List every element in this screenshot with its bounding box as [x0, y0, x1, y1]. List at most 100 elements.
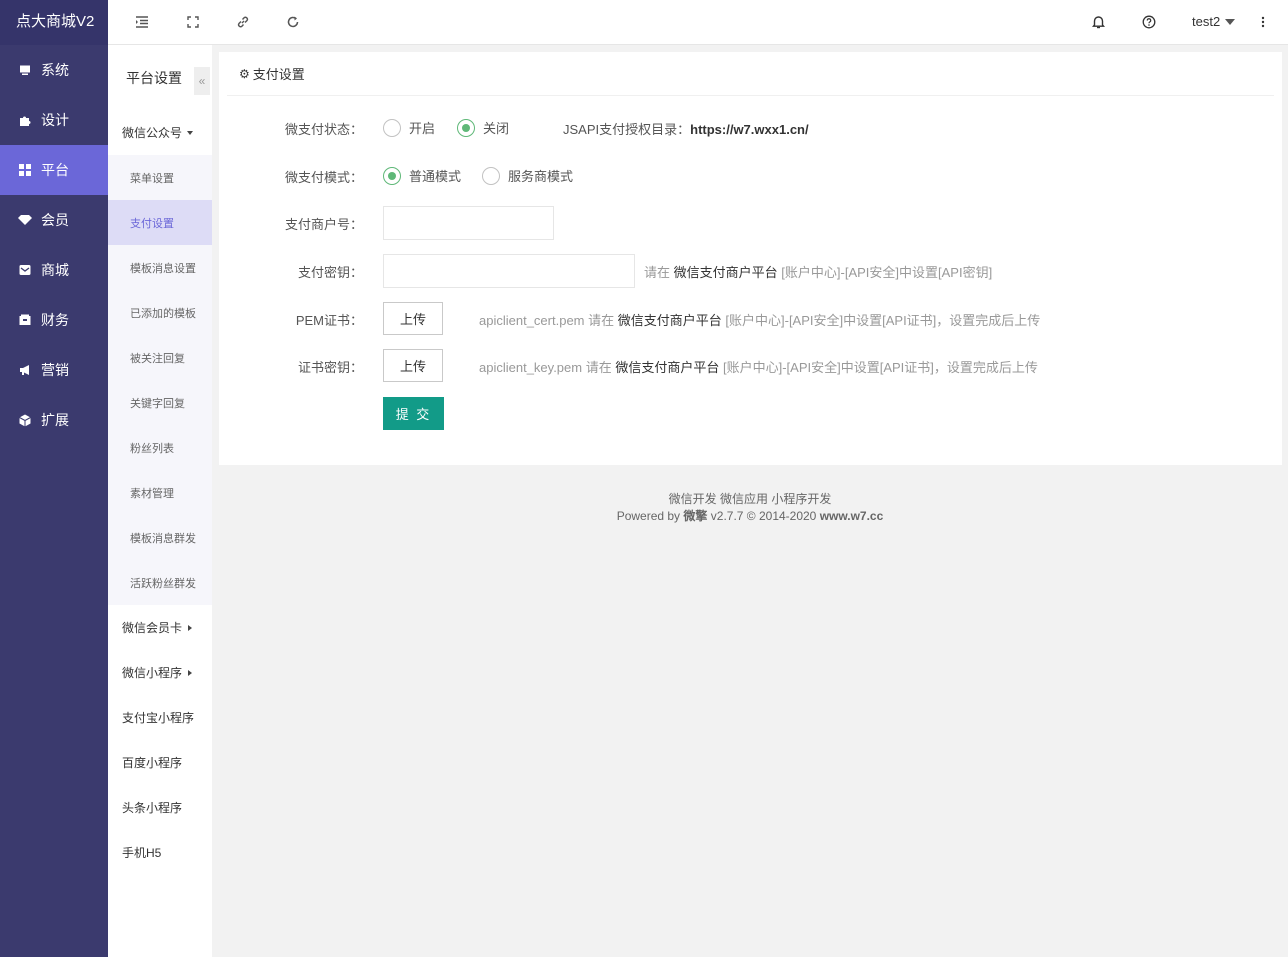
group-label: 微信小程序 — [122, 666, 183, 680]
mail-icon — [18, 263, 32, 277]
puzzle-icon — [18, 113, 32, 127]
group-alipay-miniapp[interactable]: 支付宝小程序 — [108, 695, 212, 740]
megaphone-icon — [18, 363, 32, 377]
nav-item-member[interactable]: 会员 — [0, 195, 108, 245]
radio-dot — [482, 166, 500, 185]
subitem-follow-reply[interactable]: 被关注回复 — [108, 335, 212, 380]
mode-service-radio[interactable]: 服务商模式 — [482, 166, 573, 185]
submit-button[interactable]: 提 交 — [383, 397, 444, 430]
hint-text: apiclient_key.pem 请在 — [479, 360, 612, 375]
bell-icon[interactable] — [1089, 13, 1107, 31]
nav-item-platform[interactable]: 平台 — [0, 145, 108, 195]
certkey-upload-button[interactable]: 上传 — [383, 349, 443, 382]
link-icon[interactable] — [234, 13, 252, 31]
subitem-added-templates[interactable]: 已添加的模板 — [108, 290, 212, 335]
subitem-active-fans-broadcast[interactable]: 活跃粉丝群发 — [108, 560, 212, 605]
nav-item-extend[interactable]: 扩展 — [0, 395, 108, 445]
subitem-template-settings[interactable]: 模板消息设置 — [108, 245, 212, 290]
cube-icon — [18, 413, 32, 427]
payment-key-input[interactable] — [383, 254, 635, 288]
nav-item-system[interactable]: 系统 — [0, 45, 108, 95]
jsapi-label: JSAPI支付授权目录： — [563, 122, 691, 137]
pem-upload-button[interactable]: 上传 — [383, 302, 443, 335]
subitem-fans-list[interactable]: 粉丝列表 — [108, 425, 212, 470]
radio-label: 普通模式 — [409, 169, 462, 184]
powered-version: v2.7.7 © 2014-2020 — [710, 509, 817, 523]
radio-label: 服务商模式 — [508, 169, 574, 184]
radio-label: 关闭 — [483, 121, 510, 136]
username: test2 — [1192, 14, 1221, 29]
radio-dot — [383, 118, 401, 137]
grid-icon — [18, 163, 32, 177]
radio-label: 开启 — [409, 121, 436, 136]
radio-dot — [383, 166, 401, 185]
nav-label: 平台 — [41, 162, 69, 178]
nav-label: 会员 — [41, 212, 69, 228]
hint-text: [账户中心]-[API安全]中设置[API密钥] — [781, 265, 993, 280]
collapse-button[interactable]: « — [194, 67, 210, 95]
card-header: ⚙ 支付设置 — [227, 52, 1274, 96]
powered-site[interactable]: www.w7.cc — [820, 509, 884, 523]
status-on-radio[interactable]: 开启 — [383, 118, 435, 137]
user-menu[interactable]: test2 — [1192, 14, 1236, 29]
nav-label: 设计 — [41, 112, 69, 128]
footer-links[interactable]: 微信开发 微信应用 小程序开发 — [212, 490, 1288, 507]
mode-label: 微支付模式： — [284, 170, 363, 185]
caret-down-icon — [187, 130, 194, 135]
pem-label: PEM证书： — [295, 313, 363, 328]
monitor-icon — [18, 63, 32, 77]
group-baidu-miniapp[interactable]: 百度小程序 — [108, 740, 212, 785]
wallet-icon — [18, 313, 32, 327]
subitem-material[interactable]: 素材管理 — [108, 470, 212, 515]
jsapi-directory: JSAPI支付授权目录：https://w7.wxx1.cn/ — [563, 119, 809, 138]
menu-toggle-icon[interactable] — [133, 13, 151, 31]
caret-right-icon — [188, 669, 193, 676]
nav-label: 系统 — [41, 62, 69, 78]
hint-text: [账户中心]-[API安全]中设置[API证书]，设置完成后上传 — [722, 360, 1038, 375]
subitem-menu-settings[interactable]: 菜单设置 — [108, 155, 212, 200]
certkey-label: 证书密钥： — [297, 360, 363, 375]
group-toutiao-miniapp[interactable]: 头条小程序 — [108, 785, 212, 830]
group-wechat-miniapp[interactable]: 微信小程序 — [108, 650, 212, 695]
group-label: 微信公众号 — [122, 126, 183, 140]
nav-item-marketing[interactable]: 营销 — [0, 345, 108, 395]
chevron-down-icon — [1225, 18, 1236, 25]
group-mobile-h5[interactable]: 手机H5 — [108, 830, 212, 875]
refresh-icon[interactable] — [284, 13, 302, 31]
status-off-radio[interactable]: 关闭 — [457, 118, 509, 137]
wechat-merchant-link[interactable]: 微信支付商户平台 — [674, 265, 778, 280]
card-title: 支付设置 — [252, 67, 305, 82]
nav-item-mall[interactable]: 商城 — [0, 245, 108, 295]
wechat-merchant-link[interactable]: 微信支付商户平台 — [618, 313, 722, 328]
nav-label: 财务 — [41, 312, 69, 328]
fullscreen-icon[interactable] — [184, 13, 202, 31]
nav-label: 扩展 — [41, 412, 69, 428]
sub-sidebar: 平台设置 « 微信公众号 菜单设置 支付设置 模板消息设置 已添加的模板 被关注… — [108, 45, 212, 957]
key-label: 支付密钥： — [297, 265, 363, 280]
app-logo: 点大商城V2 — [0, 0, 108, 45]
powered-brand[interactable]: 微擎 — [683, 509, 707, 523]
mode-normal-radio[interactable]: 普通模式 — [383, 166, 461, 185]
certkey-hint: apiclient_key.pem 请在 微信支付商户平台 [账户中心]-[AP… — [479, 357, 1038, 376]
subitem-template-broadcast[interactable]: 模板消息群发 — [108, 515, 212, 560]
merchant-id-input[interactable] — [383, 206, 554, 240]
pem-hint: apiclient_cert.pem 请在 微信支付商户平台 [账户中心]-[A… — [479, 310, 1040, 329]
subitem-payment-settings[interactable]: 支付设置 — [108, 200, 212, 245]
wechat-merchant-link[interactable]: 微信支付商户平台 — [615, 360, 719, 375]
top-header: test2 — [108, 0, 1288, 45]
nav-item-design[interactable]: 设计 — [0, 95, 108, 145]
caret-right-icon — [188, 624, 193, 631]
subitem-keyword-reply[interactable]: 关键字回复 — [108, 380, 212, 425]
help-icon[interactable] — [1140, 13, 1158, 31]
group-wechat-official[interactable]: 微信公众号 — [108, 110, 212, 155]
footer-powered: Powered by 微擎 v2.7.7 © 2014-2020 www.w7.… — [212, 507, 1288, 524]
powered-text: Powered by — [616, 509, 681, 523]
group-wechat-card[interactable]: 微信会员卡 — [108, 605, 212, 650]
main-sidebar: 点大商城V2 系统 设计 平台 会员 商城 财务 营销 扩展 — [0, 0, 108, 957]
sub-sidebar-title: 平台设置 « — [108, 45, 212, 110]
merchant-label: 支付商户号： — [284, 217, 363, 232]
nav-item-finance[interactable]: 财务 — [0, 295, 108, 345]
hint-text: 请在 — [644, 265, 671, 280]
sub-title-text: 平台设置 — [126, 69, 182, 86]
more-vertical-icon[interactable] — [1254, 13, 1272, 31]
